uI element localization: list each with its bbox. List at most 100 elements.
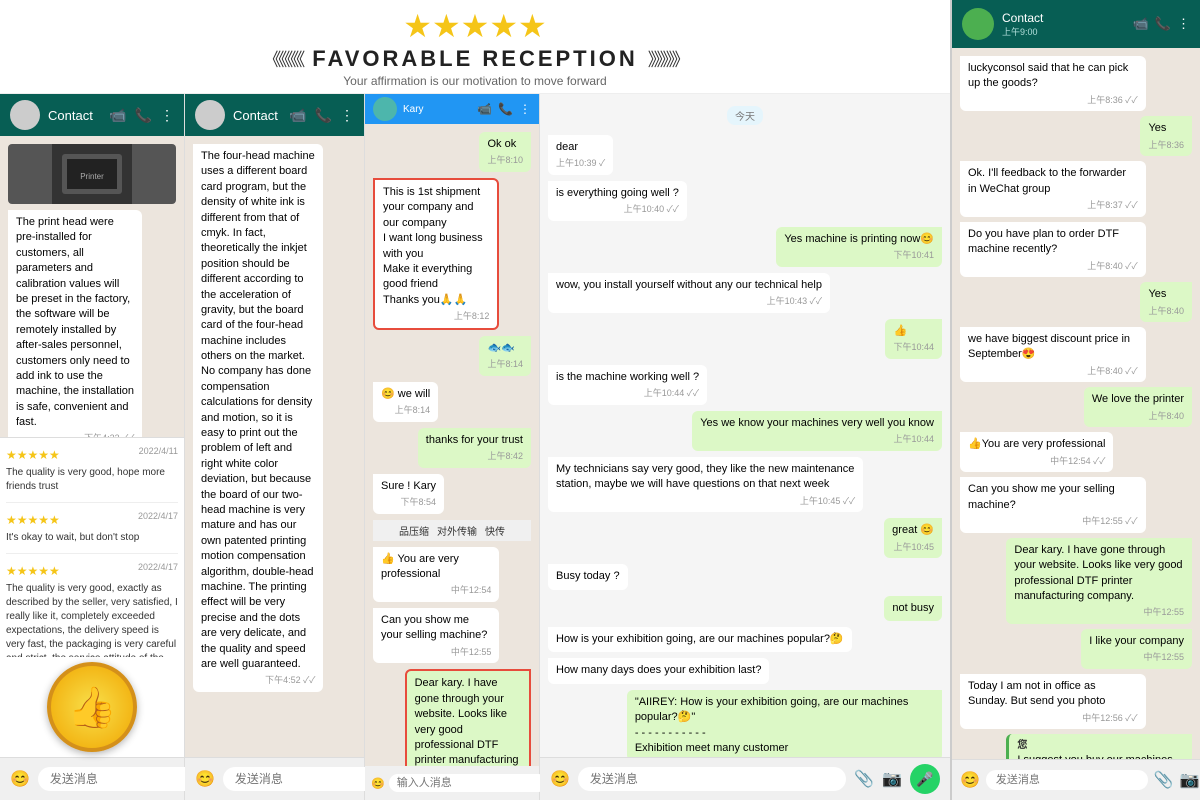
review-2-stars: ★★★★★ [6, 513, 60, 527]
right-camera-icon[interactable]: 📷 [1180, 770, 1200, 790]
review-1-text: The quality is very good, hope more frie… [6, 466, 178, 494]
right-msg-yes2-text: Yes [1148, 287, 1184, 302]
col2-emoji-icon[interactable]: 😊 [195, 769, 215, 789]
right-video-icon[interactable]: 📹 [1133, 16, 1149, 32]
col4-msg-know: Yes we know your machines very well you … [692, 411, 942, 451]
header: ★★★★★ 《《《《《 FAVORABLE RECEPTION 》》》》》 Yo… [0, 0, 950, 94]
col4-input-field[interactable] [578, 767, 846, 791]
right-panel: Contact 上午9:00 📹 📞 ⋮ luckyconsol said th… [950, 0, 1200, 800]
col4-msg-install-time: 上午10:43 ✓✓ [556, 295, 822, 308]
video-icon[interactable]: 📹 [109, 107, 126, 124]
col4-msg-going: is everything going well ? 上午10:40 ✓✓ [548, 181, 687, 221]
col4-msg-tech-time: 上午10:45 ✓✓ [556, 495, 855, 508]
col2-phone-icon[interactable]: 📞 [315, 107, 332, 124]
col2-chat-input: 😊 📎 📷 🎤 [185, 757, 364, 800]
col3-msg-1st-time: 上午8:12 [383, 310, 489, 323]
col4-msg-dear-time: 上午10:39 ✓ [556, 157, 605, 170]
col4-msg-busy-text: Busy today ? [556, 569, 620, 584]
right-msg-yes1-text: Yes [1148, 121, 1184, 136]
right-chat-input: 😊 📎 📷 🎤 [952, 759, 1200, 800]
emoji-icon[interactable]: 😊 [10, 769, 30, 789]
col3-msg-fish-time: 上午8:14 [487, 358, 523, 371]
right-input-field[interactable] [986, 770, 1148, 790]
right-msg-show-text: Can you show me your selling machine? [968, 482, 1138, 513]
col4-msg-notbusy-text: not busy [892, 601, 934, 616]
col4-msg-install: wow, you install yourself without any ou… [548, 273, 830, 313]
col3-msg-1st: This is 1st shipment your company and ou… [373, 178, 499, 330]
col4-msg-notbusy: not busy [884, 596, 942, 621]
col2-chat-name: Contact [233, 108, 281, 123]
right-msg-pickup: luckyconsol said that he can pick up the… [960, 56, 1146, 111]
review-1: ★★★★★ 2022/4/11 The quality is very good… [6, 446, 178, 503]
col2-chat-header: Contact 📹 📞 ⋮ [185, 94, 364, 136]
right-msg-yes1-time: 上午8:36 [1148, 139, 1184, 152]
col2-header-icons: 📹 📞 ⋮ [289, 107, 354, 124]
right-msg-suggest-you: 您 [1017, 739, 1184, 753]
right-msg-love-time: 上午8:40 [1092, 410, 1184, 423]
right-msg-suggest-text: I suggest you buy our machines and consu… [1017, 753, 1184, 759]
col3-msg-dear: Dear kary. I have gone through your webs… [405, 669, 531, 766]
col4-msg-thumbs: 👍 下午10:44 [885, 319, 942, 359]
right-msg-show-time: 中午12:55 ✓✓ [968, 515, 1138, 528]
col4-attachment-icon[interactable]: 📎 [854, 769, 874, 789]
col4-msg-great-time: 上午10:45 [892, 541, 934, 554]
col4-emoji-icon[interactable]: 😊 [550, 769, 570, 789]
col4-chat-input: 😊 📎 📷 🎤 [540, 757, 950, 800]
right-attachment-icon[interactable]: 📎 [1154, 770, 1174, 790]
chevrons-right: 》》》》》 [648, 46, 687, 72]
col3-video-icon[interactable]: 📹 [477, 102, 492, 116]
col4-camera-icon[interactable]: 📷 [882, 769, 902, 789]
col3-phone-icon[interactable]: 📞 [498, 102, 513, 116]
chat-columns: Contact 📹 📞 ⋮ Printer The [0, 94, 950, 800]
right-panel-status: 上午9:00 [1002, 25, 1125, 38]
right-msg-pro-text: 👍You are very professional [968, 437, 1105, 452]
col2-menu-icon[interactable]: ⋮ [340, 107, 354, 124]
col4-msg-working-text: is the machine working well ? [556, 370, 699, 385]
right-msg-plan: Do you have plan to order DTF machine re… [960, 222, 1146, 277]
right-emoji-icon[interactable]: 😊 [960, 770, 980, 790]
col2-video-icon[interactable]: 📹 [289, 107, 306, 124]
col3-msg-pro: 👍 You are very professional 中午12:54 [373, 547, 499, 602]
col4-msg-exhibition: How is your exhibition going, are our ma… [548, 627, 852, 652]
col1-avatar [10, 100, 40, 130]
col3-export-btn[interactable]: 对外传输 [437, 523, 477, 538]
col3-menu-icon[interactable]: ⋮ [519, 102, 531, 116]
favorable-title: 《《《《《 FAVORABLE RECEPTION 》》》》》 [0, 46, 950, 72]
left-section: ★★★★★ 《《《《《 FAVORABLE RECEPTION 》》》》》 Yo… [0, 0, 950, 800]
menu-icon[interactable]: ⋮ [160, 107, 174, 124]
col4-msg-working-time: 上午10:44 ✓✓ [556, 387, 699, 400]
right-phone-icon[interactable]: 📞 [1155, 16, 1171, 32]
col3-msg-show: Can you show me your selling machine? 中午… [373, 608, 499, 663]
col3-action-bar: 品压缩 对外传输 快传 [373, 520, 531, 541]
col3-contact-name: Kary [403, 104, 424, 115]
star-rating: ★★★★★ [0, 10, 950, 42]
col3-msg-sure: Sure ! Kary 下午8:54 [373, 474, 444, 514]
phone-icon[interactable]: 📞 [135, 107, 152, 124]
review-2: ★★★★★ 2022/4/17 It's okay to wait, but d… [6, 511, 178, 554]
review-3-text: The quality is very good, exactly as des… [6, 582, 178, 657]
col4-msg-great: great 😊 上午10:45 [884, 518, 942, 558]
col3-input-field[interactable] [389, 774, 547, 792]
col4-msg-printing: Yes machine is printing now😊 下午10:41 [776, 227, 942, 267]
review-1-stars: ★★★★★ [6, 448, 60, 462]
reviews-section: ★★★★★ 2022/4/11 The quality is very good… [0, 437, 185, 657]
right-msg-yes2-time: 上午8:40 [1148, 305, 1184, 318]
col4-send-button[interactable]: 🎤 [910, 764, 940, 794]
col4-msg-busy: Busy today ? [548, 564, 628, 589]
right-msg-feedback-text: Ok. I'll feedback to the forwarder in We… [968, 166, 1138, 197]
review-3: ★★★★★ 2022/4/17 The quality is very good… [6, 562, 178, 657]
col3-emoji-icon[interactable]: 😊 [371, 777, 385, 790]
col3-compress-btn[interactable]: 品压缩 [399, 523, 429, 538]
col3-msg-sure-text: Sure ! Kary [381, 479, 436, 494]
svg-text:Printer: Printer [80, 172, 104, 181]
review-2-text: It's okay to wait, but don't stop [6, 531, 178, 545]
right-menu-icon[interactable]: ⋮ [1177, 16, 1190, 32]
col3-avatar [373, 97, 397, 121]
col1-msg-1: The print head were pre-installed for cu… [8, 210, 142, 437]
col1-reviews: Contact 📹 📞 ⋮ Printer The [0, 94, 185, 800]
printer-image: Printer [8, 144, 176, 204]
right-panel-contact-name: Contact [1002, 11, 1125, 25]
col3-quick-btn[interactable]: 快传 [485, 523, 505, 538]
right-msg-ilike-time: 中午12:55 [1089, 651, 1184, 664]
col4-chat: 今天 dear 上午10:39 ✓ is everything going we… [540, 94, 950, 800]
